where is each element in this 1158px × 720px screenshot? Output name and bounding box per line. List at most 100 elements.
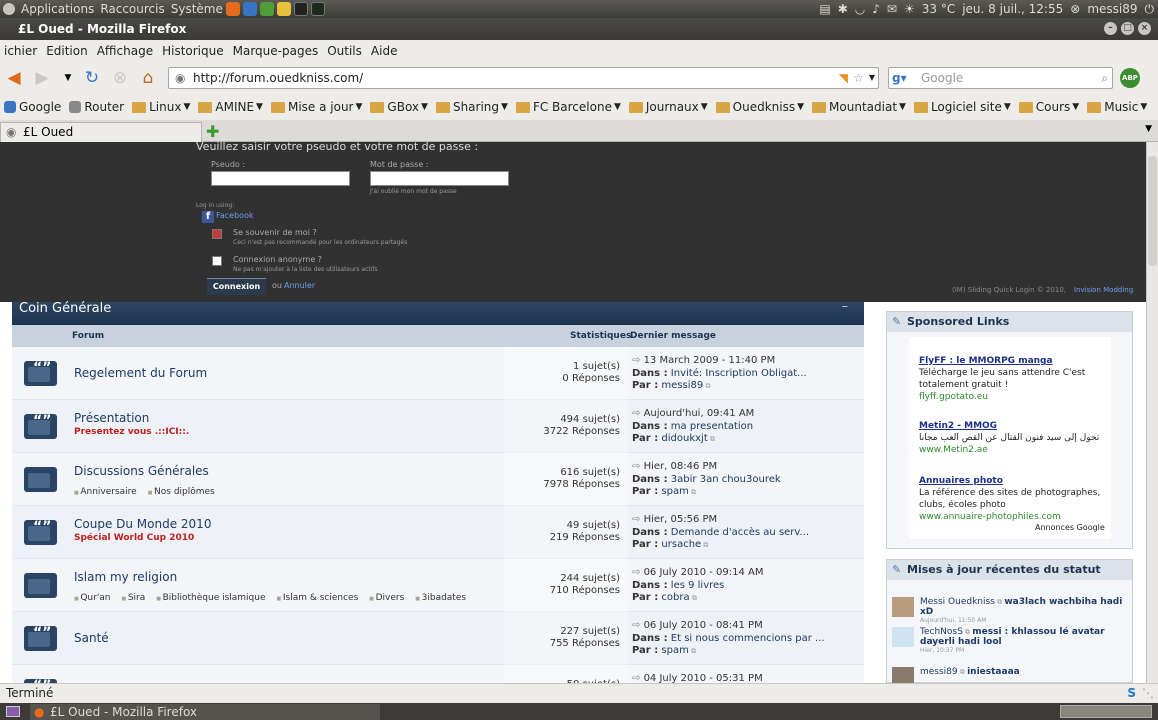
last-poster-link[interactable]: spam: [661, 486, 688, 497]
bookmark-gbox[interactable]: GBox ▼: [370, 100, 428, 114]
close-icon[interactable]: ×: [1138, 22, 1151, 35]
last-poster-link[interactable]: spam: [661, 645, 688, 656]
last-poster-link[interactable]: didoukxjt: [661, 433, 707, 444]
stop-icon[interactable]: ⊗: [110, 68, 130, 88]
resize-grip-icon[interactable]: ⋱: [1142, 684, 1154, 703]
subforum-link[interactable]: Divers: [369, 593, 405, 603]
maximize-icon[interactable]: □: [1121, 22, 1134, 35]
user-name[interactable]: messi89: [1087, 2, 1137, 16]
bluetooth-icon[interactable]: ✱: [838, 2, 848, 16]
terminal-launcher-icon[interactable]: [293, 2, 308, 16]
bookmark-amine[interactable]: AMINE ▼: [198, 100, 263, 114]
bookmark-router[interactable]: Router: [69, 100, 124, 114]
help-launcher-icon[interactable]: [242, 2, 257, 16]
ad-url[interactable]: www.Metin2.ae: [919, 444, 1109, 456]
bookmark-music[interactable]: Music ▼: [1087, 100, 1147, 114]
url-text[interactable]: http://forum.ouedkniss.com/: [193, 71, 363, 85]
anonymous-checkbox[interactable]: [212, 256, 222, 266]
monitor-launcher-icon[interactable]: [310, 2, 325, 16]
minimize-icon[interactable]: –: [1104, 22, 1117, 35]
firefox-launcher-icon[interactable]: [225, 2, 240, 16]
subforum-link[interactable]: 3ibadates: [415, 593, 466, 603]
bookmark-fc-barcelone[interactable]: FC Barcelone ▼: [515, 100, 621, 114]
ad-url[interactable]: www.annuaire-photophiles.com: [919, 511, 1109, 523]
menu-aide[interactable]: Aide: [371, 44, 398, 58]
mail-icon[interactable]: ✉: [887, 2, 897, 16]
url-dropdown-icon[interactable]: ▼: [869, 68, 875, 88]
last-topic-link[interactable]: Et si nous commencions par ...: [671, 633, 825, 644]
last-post-icon[interactable]: ⇨: [632, 567, 644, 578]
subforum-link[interactable]: Islam & sciences: [277, 593, 358, 603]
site-identity-icon[interactable]: ◉: [175, 68, 185, 88]
skype-icon[interactable]: S: [1127, 684, 1136, 703]
menu-edition[interactable]: Edition: [46, 44, 88, 58]
facebook-link[interactable]: Facebook: [216, 211, 254, 220]
avatar[interactable]: [892, 667, 914, 683]
notes-icon[interactable]: ▤: [819, 2, 830, 16]
avatar[interactable]: [892, 627, 914, 647]
menu-outils[interactable]: Outils: [327, 44, 362, 58]
bookmark-google[interactable]: Google: [4, 100, 61, 114]
subforum-link[interactable]: Sira: [122, 593, 145, 603]
collapse-icon[interactable]: –: [842, 300, 849, 313]
last-post-icon[interactable]: ⇨: [632, 514, 644, 525]
power-icon[interactable]: ⏻: [1145, 2, 1155, 17]
last-topic-link[interactable]: Invité: Inscription Obligat...: [671, 368, 807, 379]
last-post-icon[interactable]: ⇨: [632, 673, 644, 683]
bookmark-ouedkniss[interactable]: Ouedkniss ▼: [715, 100, 804, 114]
bookmark-cours[interactable]: Cours ▼: [1018, 100, 1079, 114]
status-author[interactable]: TechNosS: [920, 627, 963, 637]
forward-icon[interactable]: ▶: [32, 68, 52, 88]
last-post-icon[interactable]: ⇨: [632, 461, 644, 472]
last-topic-link[interactable]: ma presentation: [671, 421, 753, 432]
workspace-switcher[interactable]: [1060, 705, 1152, 718]
bookmark-mountadiat[interactable]: Mountadiat ▼: [812, 100, 906, 114]
back-icon[interactable]: ◀: [4, 68, 24, 88]
menu-affichage[interactable]: Affichage: [97, 44, 153, 58]
wifi-icon[interactable]: ◡: [855, 2, 865, 16]
places-menu[interactable]: Raccourcis: [100, 2, 164, 16]
system-menu[interactable]: Système: [171, 2, 223, 16]
cancel-link[interactable]: Annuler: [284, 281, 315, 290]
menu-historique[interactable]: Historique: [162, 44, 224, 58]
remember-checkbox[interactable]: [212, 229, 222, 239]
forum-name[interactable]: Coupe Du Monde 2010: [74, 517, 211, 531]
volume-icon[interactable]: ♪: [872, 2, 880, 16]
annonces-google[interactable]: Annonces Google: [1035, 523, 1105, 532]
star-icon[interactable]: ☆: [853, 68, 864, 88]
url-bar[interactable]: ◉ http://forum.ouedkniss.com/ ◥ ☆ ▼: [168, 67, 879, 89]
tab-list-icon[interactable]: ▼: [1145, 124, 1152, 134]
sponsored-ad[interactable]: FlyFF : le MMORPG manga Télécharge le jeu…: [919, 355, 1109, 403]
bookmark-linux[interactable]: Linux ▼: [132, 100, 190, 114]
password-input[interactable]: [370, 171, 509, 186]
home-icon[interactable]: ⌂: [138, 68, 158, 88]
taskbar-firefox-item[interactable]: ● £L Oued - Mozilla Firefox: [30, 704, 380, 720]
status-author[interactable]: Messi Ouedkniss: [920, 597, 995, 607]
last-topic-link[interactable]: 3abir 3an chou3ourek: [671, 474, 781, 485]
subforum-link[interactable]: Bibliothèque islamique: [156, 593, 266, 603]
new-tab-icon[interactable]: ✚: [206, 122, 219, 141]
forum-name[interactable]: Discussions Générales: [74, 464, 209, 478]
credit-link[interactable]: Invision Modding: [1074, 286, 1133, 294]
forum-name[interactable]: Santé: [74, 631, 109, 645]
login-button[interactable]: Connexion: [207, 278, 266, 295]
clock[interactable]: jeu. 8 juil., 12:55: [962, 2, 1063, 16]
forgot-password-link[interactable]: J'ai oublié mon mot de passe: [370, 188, 457, 195]
subforum-link[interactable]: Anniversaire: [74, 487, 136, 497]
subforum-link[interactable]: Nos diplômes: [148, 487, 215, 497]
username-input[interactable]: [211, 171, 350, 186]
search-icon[interactable]: ⌕: [1101, 68, 1108, 88]
forum-name[interactable]: Regelement du Forum: [74, 366, 207, 380]
ad-title[interactable]: Metin2 - MMOG: [919, 420, 1109, 432]
forum-name[interactable]: Présentation: [74, 411, 149, 425]
bookmark-mise-a-jour[interactable]: Mise a jour ▼: [270, 100, 362, 114]
search-box[interactable]: g▾ Google ⌕: [888, 67, 1113, 89]
sponsored-ad[interactable]: Metin2 - MMOG تحول إلى سيد فنون القتال عن…: [919, 420, 1109, 456]
last-post-icon[interactable]: ⇨: [632, 355, 644, 366]
bookmark-journaux[interactable]: Journaux ▼: [628, 100, 708, 114]
facebook-icon[interactable]: f: [202, 211, 214, 223]
network-launcher-icon[interactable]: [259, 2, 274, 16]
sponsored-ad[interactable]: Annuaires photo La référence des sites de…: [919, 475, 1109, 523]
history-dropdown-icon[interactable]: ▼: [58, 68, 78, 88]
last-poster-link[interactable]: ursache: [661, 539, 701, 550]
